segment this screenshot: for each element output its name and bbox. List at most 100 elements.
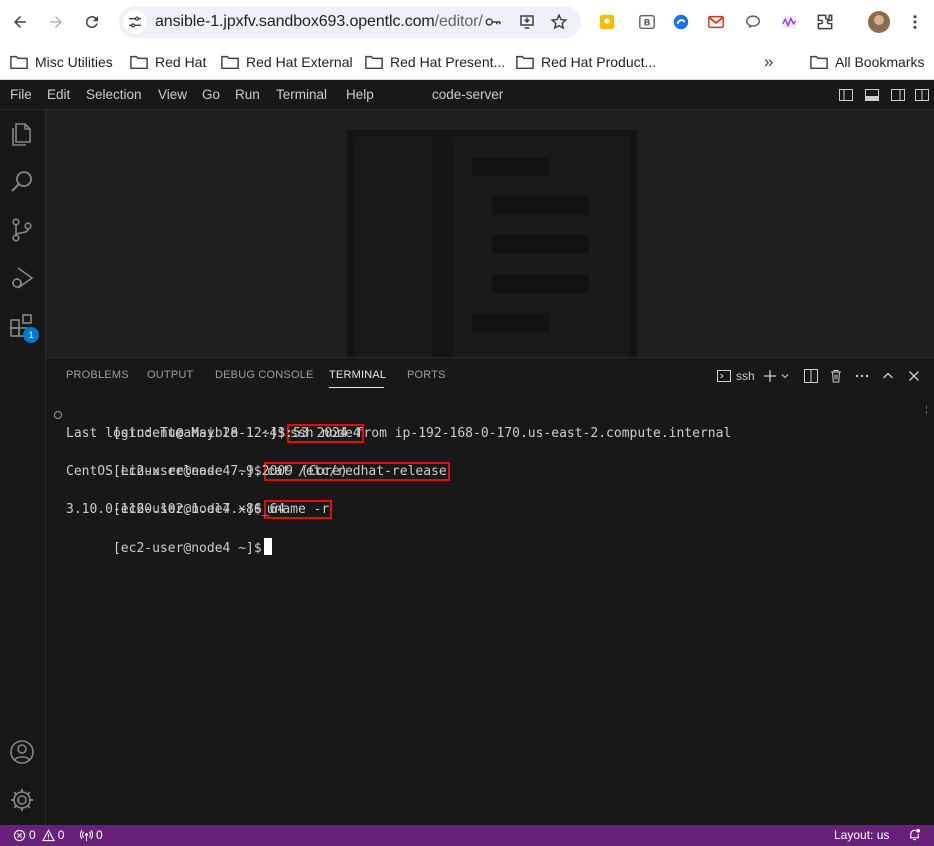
bookmark-folder-red-hat-external[interactable]: Red Hat External	[221, 52, 353, 72]
folder-icon	[516, 55, 534, 70]
menu-view[interactable]: View	[158, 87, 187, 102]
bookmark-folder-all-bookmarks[interactable]: All Bookmarks	[810, 52, 924, 72]
folder-icon	[10, 55, 28, 70]
run-debug-icon	[12, 267, 34, 289]
folder-icon	[130, 55, 148, 70]
run-and-debug-button[interactable]	[8, 264, 36, 292]
tab-problems[interactable]: PROBLEMS	[66, 369, 129, 381]
folder-icon	[365, 55, 383, 70]
puzzle-icon	[817, 14, 833, 30]
menu-bar: File Edit Selection View Go Run Terminal…	[0, 80, 934, 110]
site-info-button[interactable]	[123, 10, 147, 34]
extension-chat[interactable]	[743, 12, 763, 32]
tab-output[interactable]: OUTPUT	[147, 369, 193, 381]
new-terminal-button[interactable]	[762, 368, 778, 384]
close-panel-button[interactable]	[906, 368, 922, 384]
terminal-line: [ec2-user@node4 ~]$ uname -r	[66, 481, 333, 519]
search-icon	[11, 171, 32, 192]
toggle-primary-sidebar-icon[interactable]	[838, 87, 854, 103]
tune-icon	[129, 16, 141, 28]
ports-count: 0	[96, 828, 103, 842]
gmail-icon	[708, 15, 724, 29]
menu-run[interactable]: Run	[235, 87, 260, 102]
bookmark-label: Misc Utilities	[35, 54, 113, 70]
chat-icon	[745, 15, 761, 29]
more-actions-button[interactable]	[854, 368, 870, 384]
extensions-badge: 1	[23, 327, 39, 343]
key-icon	[485, 18, 501, 26]
keyboard-layout-label: Layout: us	[834, 828, 890, 842]
menu-go[interactable]: Go	[202, 87, 220, 102]
forward-button[interactable]	[44, 10, 68, 34]
bookmark-star-button[interactable]	[549, 12, 569, 32]
bookmark-label: Red Hat Product...	[541, 54, 657, 70]
swirl-icon	[673, 14, 689, 30]
manage-button[interactable]	[8, 786, 36, 814]
extension-wave[interactable]	[779, 12, 799, 32]
tab-debug-console[interactable]: DEBUG CONSOLE	[215, 369, 314, 381]
gear-icon	[11, 789, 33, 811]
command-decoration-icon[interactable]	[54, 411, 62, 419]
bookmark-folder-red-hat-present[interactable]: Red Hat Present...	[365, 52, 505, 72]
extension-bold[interactable]: B	[637, 12, 657, 32]
terminal-profile-dropdown[interactable]	[779, 368, 791, 384]
chevron-up-icon	[883, 372, 893, 379]
accounts-button[interactable]	[8, 738, 36, 766]
terminal-line: [ec2-user@node4 ~]$ cat /etc/redhat-relea…	[66, 443, 450, 481]
extension-gmail[interactable]	[706, 12, 726, 32]
keep-icon	[599, 14, 615, 30]
profile-avatar[interactable]	[868, 11, 890, 33]
menu-help[interactable]: Help	[346, 87, 374, 102]
menu-edit[interactable]: Edit	[47, 87, 70, 102]
tab-terminal[interactable]: TERMINAL	[329, 369, 386, 381]
chevron-double-right-icon: »	[764, 52, 774, 71]
kill-terminal-button[interactable]	[828, 368, 844, 384]
terminal-scrollbar[interactable]	[926, 406, 929, 414]
tab-ports[interactable]: PORTS	[407, 369, 446, 381]
split-terminal-button[interactable]	[803, 368, 819, 384]
terminal-instance-button[interactable]	[716, 368, 732, 384]
password-key-button[interactable]	[483, 12, 503, 32]
bookmark-folder-red-hat-product[interactable]: Red Hat Product...	[516, 52, 656, 72]
reload-button[interactable]	[80, 10, 104, 34]
terminal-instance-name: ssh	[736, 369, 755, 383]
customize-layout-icon[interactable]	[914, 87, 930, 103]
bookmark-label: Red Hat External	[246, 54, 353, 70]
address-url: ansible-1.jpxfv.sandbox693.opentlc.com/e…	[155, 13, 483, 31]
bookmark-folder-misc-utilities[interactable]: Misc Utilities	[10, 52, 113, 72]
activity-bar: 1	[0, 110, 46, 825]
plus-icon	[764, 370, 776, 382]
extensions-menu-button[interactable]	[815, 12, 835, 32]
menu-selection[interactable]: Selection	[86, 87, 142, 102]
browser-toolbar: ansible-1.jpxfv.sandbox693.opentlc.com/e…	[0, 0, 934, 44]
bookmark-folder-red-hat[interactable]: Red Hat	[130, 52, 206, 72]
terminal-line: Last login: Tue May 28 12:43:53 2024 fro…	[66, 426, 732, 441]
toggle-secondary-sidebar-icon[interactable]	[890, 87, 906, 103]
url-host: ansible-1.jpxfv.sandbox693.opentlc.com	[155, 13, 435, 30]
terminal-line: [student@ansible-1 ~]$ ssh node4	[54, 405, 364, 443]
editor-area[interactable]	[46, 110, 934, 357]
search-button[interactable]	[8, 168, 36, 196]
install-app-button[interactable]	[517, 12, 537, 32]
back-button[interactable]	[8, 10, 32, 34]
explorer-button[interactable]	[8, 120, 36, 148]
extension-keep[interactable]	[597, 12, 617, 32]
keyboard-layout-status[interactable]: Layout: us	[834, 828, 889, 842]
toggle-panel-icon[interactable]	[864, 87, 880, 103]
browser-menu-button[interactable]	[903, 10, 927, 34]
menu-file[interactable]: File	[10, 87, 32, 102]
ellipsis-icon	[855, 374, 869, 378]
source-control-button[interactable]	[8, 216, 36, 244]
extension-blue[interactable]	[671, 12, 691, 32]
arrow-right-icon	[50, 16, 62, 28]
bookmarks-overflow-button[interactable]: »	[764, 52, 773, 72]
star-icon	[550, 13, 568, 30]
menu-terminal[interactable]: Terminal	[276, 87, 327, 102]
maximize-panel-button[interactable]	[880, 368, 896, 384]
problems-status[interactable]: 0 0	[13, 828, 64, 842]
ports-status[interactable]: 0	[80, 828, 103, 842]
address-bar[interactable]: ansible-1.jpxfv.sandbox693.opentlc.com/e…	[119, 6, 581, 38]
warning-icon	[41, 828, 55, 841]
notifications-button[interactable]	[908, 828, 924, 841]
status-bar: 0 0 0 Layout: us	[0, 825, 934, 846]
